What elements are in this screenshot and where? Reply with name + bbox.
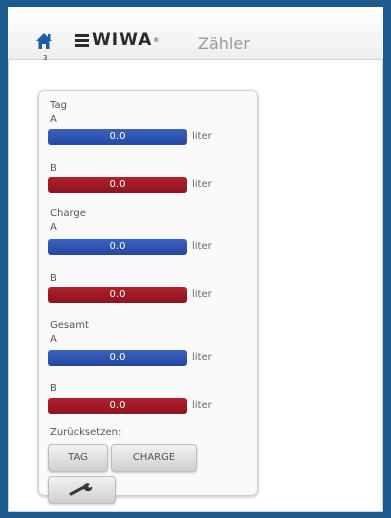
header: 3 WIWA ® Zähler: [8, 7, 383, 62]
reset-tag-button[interactable]: TAG: [48, 444, 108, 472]
unit-label: liter: [192, 241, 212, 252]
charge-b-value: 0.0: [48, 287, 187, 303]
unit-label: liter: [192, 131, 212, 142]
home-badge: 3: [43, 54, 48, 62]
page-title: Zähler: [198, 34, 250, 53]
reset-label: Zurücksetzen:: [50, 427, 122, 438]
channel-label-b: B: [50, 163, 57, 174]
channel-label-a: A: [50, 334, 57, 345]
logo-registered: ®: [153, 36, 160, 44]
wrench-icon: [69, 483, 93, 496]
tag-a-value: 0.0: [48, 129, 187, 145]
channel-label-a: A: [50, 114, 57, 125]
channel-label-b: B: [50, 273, 57, 284]
unit-label: liter: [192, 289, 212, 300]
section-label-gesamt: Gesamt: [50, 320, 89, 331]
unit-label: liter: [192, 352, 212, 363]
unit-label: liter: [192, 400, 212, 411]
channel-label-b: B: [50, 383, 57, 394]
channel-label-a: A: [50, 222, 57, 233]
counter-panel: Tag A 0.0 liter B 0.0 liter Charge A 0.0…: [38, 90, 258, 504]
tools-button[interactable]: [48, 476, 116, 504]
gesamt-a-value: 0.0: [48, 350, 187, 366]
section-label-tag: Tag: [50, 100, 67, 111]
section-label-charge: Charge: [50, 208, 86, 219]
reset-charge-button[interactable]: CHARGE: [111, 444, 197, 472]
unit-label: liter: [192, 179, 212, 190]
home-icon[interactable]: [35, 32, 53, 52]
app-window: 3 WIWA ® Zähler Tag A 0.0 liter B 0.0 li…: [8, 7, 383, 512]
charge-a-value: 0.0: [48, 239, 187, 255]
logo-text: WIWA: [92, 30, 153, 50]
gesamt-b-value: 0.0: [48, 398, 187, 414]
tag-b-value: 0.0: [48, 177, 187, 193]
wiwa-logo: WIWA ®: [75, 30, 159, 50]
logo-mark: [75, 33, 89, 47]
